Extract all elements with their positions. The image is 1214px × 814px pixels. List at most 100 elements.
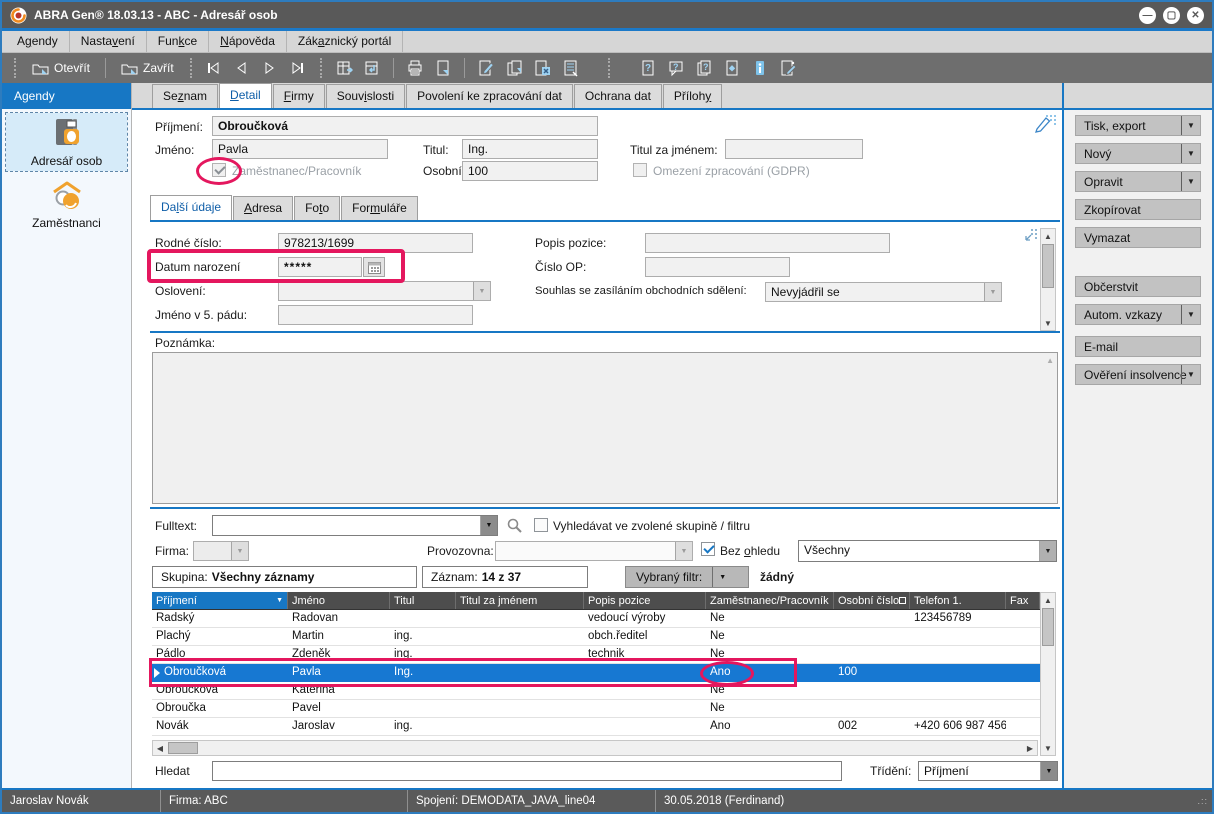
table-cell[interactable]: 100 (834, 664, 910, 681)
novy-button[interactable]: Nový▼ (1075, 143, 1201, 164)
search-in-group-checkbox[interactable] (534, 518, 548, 532)
chevron-down-icon[interactable]: ▼ (1181, 365, 1200, 384)
table-cell[interactable] (390, 682, 456, 699)
find-input[interactable] (212, 761, 842, 781)
table-cell[interactable] (834, 628, 910, 645)
table-cell[interactable]: 123456789 (910, 610, 1006, 627)
table-cell[interactable] (456, 628, 584, 645)
table-cell[interactable] (834, 682, 910, 699)
table-cell[interactable] (584, 664, 706, 681)
autom-vzkazy-button[interactable]: Autom. vzkazy▼ (1075, 304, 1201, 325)
firma-combo[interactable]: ▼ (193, 541, 249, 561)
subtab-dalsi-udaje[interactable]: Další údaje (150, 195, 232, 220)
table-cell[interactable]: Radovan (288, 610, 390, 627)
chevron-down-icon[interactable]: ▼ (1181, 144, 1200, 163)
scroll-up-icon[interactable]: ▲ (1041, 593, 1055, 607)
scroll-up-icon[interactable]: ▲ (1041, 229, 1055, 243)
provozovna-combo[interactable]: ▼ (495, 541, 693, 561)
edit-record-icon[interactable] (474, 56, 498, 80)
menu-item-napoveda[interactable]: Nápověda (209, 31, 287, 52)
table-cell[interactable] (910, 700, 1006, 717)
add-record-icon[interactable] (332, 56, 356, 80)
table-cell[interactable]: Ano (706, 664, 834, 681)
help-icon[interactable]: ? (636, 56, 660, 80)
scroll-down-icon[interactable]: ▼ (1041, 741, 1055, 755)
table-vertical-scrollbar[interactable]: ▲ ▼ (1040, 592, 1056, 756)
open-agenda-button[interactable]: Otevřít (26, 58, 96, 78)
menu-item-zakaznicky-portal[interactable]: Zákaznický portál (287, 31, 403, 52)
scroll-down-icon[interactable]: ▼ (1041, 316, 1055, 330)
table-cell[interactable] (834, 646, 910, 663)
table-cell[interactable] (910, 682, 1006, 699)
surname-field[interactable]: Obroučková (212, 116, 598, 136)
scroll-left-icon[interactable]: ◀ (153, 741, 167, 755)
table-cell[interactable] (456, 682, 584, 699)
table-cell[interactable] (1006, 718, 1040, 735)
table-cell[interactable] (456, 646, 584, 663)
gdpr-checkbox[interactable] (633, 163, 647, 177)
close-icon[interactable]: ✕ (1187, 7, 1204, 24)
birth-date-field[interactable]: ***** (278, 257, 362, 277)
table-cell[interactable]: Novák (152, 718, 288, 735)
chevron-down-icon[interactable]: ▼ (1181, 172, 1200, 191)
new-document-icon[interactable] (431, 56, 455, 80)
table-cell[interactable] (584, 718, 706, 735)
menu-item-nastaveni[interactable]: Nastavení (70, 31, 147, 52)
table-cell[interactable]: Ne (706, 700, 834, 717)
group-indicator[interactable]: Skupina:Všechny záznamy (152, 566, 417, 588)
table-cell[interactable]: Kateřina (288, 682, 390, 699)
subtab-formulare[interactable]: Formuláře (341, 196, 418, 220)
table-cell[interactable]: Pádlo (152, 646, 288, 663)
print-icon[interactable] (403, 56, 427, 80)
edit-pencil-icon[interactable] (1033, 111, 1057, 135)
chevron-down-icon[interactable]: ▼ (1181, 116, 1200, 135)
vocative-field[interactable] (278, 305, 473, 325)
table-cell[interactable]: Ano (706, 718, 834, 735)
first-record-icon[interactable] (202, 56, 226, 80)
position-field[interactable] (645, 233, 890, 253)
table-cell[interactable]: ing. (390, 718, 456, 735)
calendar-icon[interactable] (363, 257, 385, 277)
chevron-down-icon[interactable]: ▼ (473, 282, 490, 300)
id-card-field[interactable] (645, 257, 790, 277)
sort-combo[interactable]: Příjmení▼ (918, 761, 1058, 781)
table-cell[interactable] (910, 646, 1006, 663)
table-row[interactable]: PlachýMartining.obch.ředitelNe (152, 628, 1040, 646)
table-cell[interactable]: +420 606 987 456 (910, 718, 1006, 735)
table-cell[interactable]: Obroučková (152, 664, 288, 681)
salutation-combo[interactable]: ▼ (278, 281, 491, 301)
sidebar-item-zamestnanci[interactable]: Zaměstnanci (6, 175, 127, 233)
column-header-osobni-cislo[interactable]: Osobní číslo (834, 592, 910, 609)
minimize-icon[interactable]: — (1139, 7, 1156, 24)
table-cell[interactable]: Radský (152, 610, 288, 627)
tab-seznam[interactable]: Seznam (152, 84, 218, 108)
consent-combo[interactable]: Nevyjádřil se▼ (765, 282, 1002, 302)
column-header-jmeno[interactable]: Jméno (288, 592, 390, 609)
overeni-insolvence-button[interactable]: Ověření insolvence▼ (1075, 364, 1201, 385)
table-cell[interactable] (1006, 664, 1040, 681)
vymazat-button[interactable]: Vymazat (1075, 227, 1201, 248)
table-cell[interactable] (1006, 682, 1040, 699)
table-cell[interactable]: obch.ředitel (584, 628, 706, 645)
table-cell[interactable]: 002 (834, 718, 910, 735)
table-row[interactable]: ObroučkováKateřinaNe (152, 682, 1040, 700)
protocol-icon[interactable] (558, 56, 582, 80)
chevron-down-icon[interactable]: ▼ (984, 283, 1001, 301)
fulltext-combo[interactable]: ▼ (212, 515, 498, 536)
close-agenda-button[interactable]: Zavřít (115, 58, 180, 78)
chevron-down-icon[interactable]: ▼ (1181, 305, 1200, 324)
table-row[interactable]: RadskýRadovanvedoucí výrobyNe123456789 (152, 610, 1040, 628)
employee-checkbox[interactable] (212, 163, 226, 177)
table-cell[interactable]: Obroučka (152, 700, 288, 717)
column-header-fax[interactable]: Fax (1006, 592, 1040, 609)
chevron-down-icon[interactable]: ▼ (1039, 541, 1056, 561)
tab-prilohy[interactable]: Přílohy (663, 84, 722, 108)
table-cell[interactable] (456, 700, 584, 717)
table-cell[interactable]: Pavla (288, 664, 390, 681)
tab-firmy[interactable]: Firmy (273, 84, 325, 108)
selected-filter-button[interactable]: Vybraný filtr: ▼ (625, 566, 749, 588)
last-record-icon[interactable] (286, 56, 310, 80)
about-icon[interactable] (748, 56, 772, 80)
help-topics-icon[interactable]: ? (692, 56, 716, 80)
table-cell[interactable] (390, 700, 456, 717)
